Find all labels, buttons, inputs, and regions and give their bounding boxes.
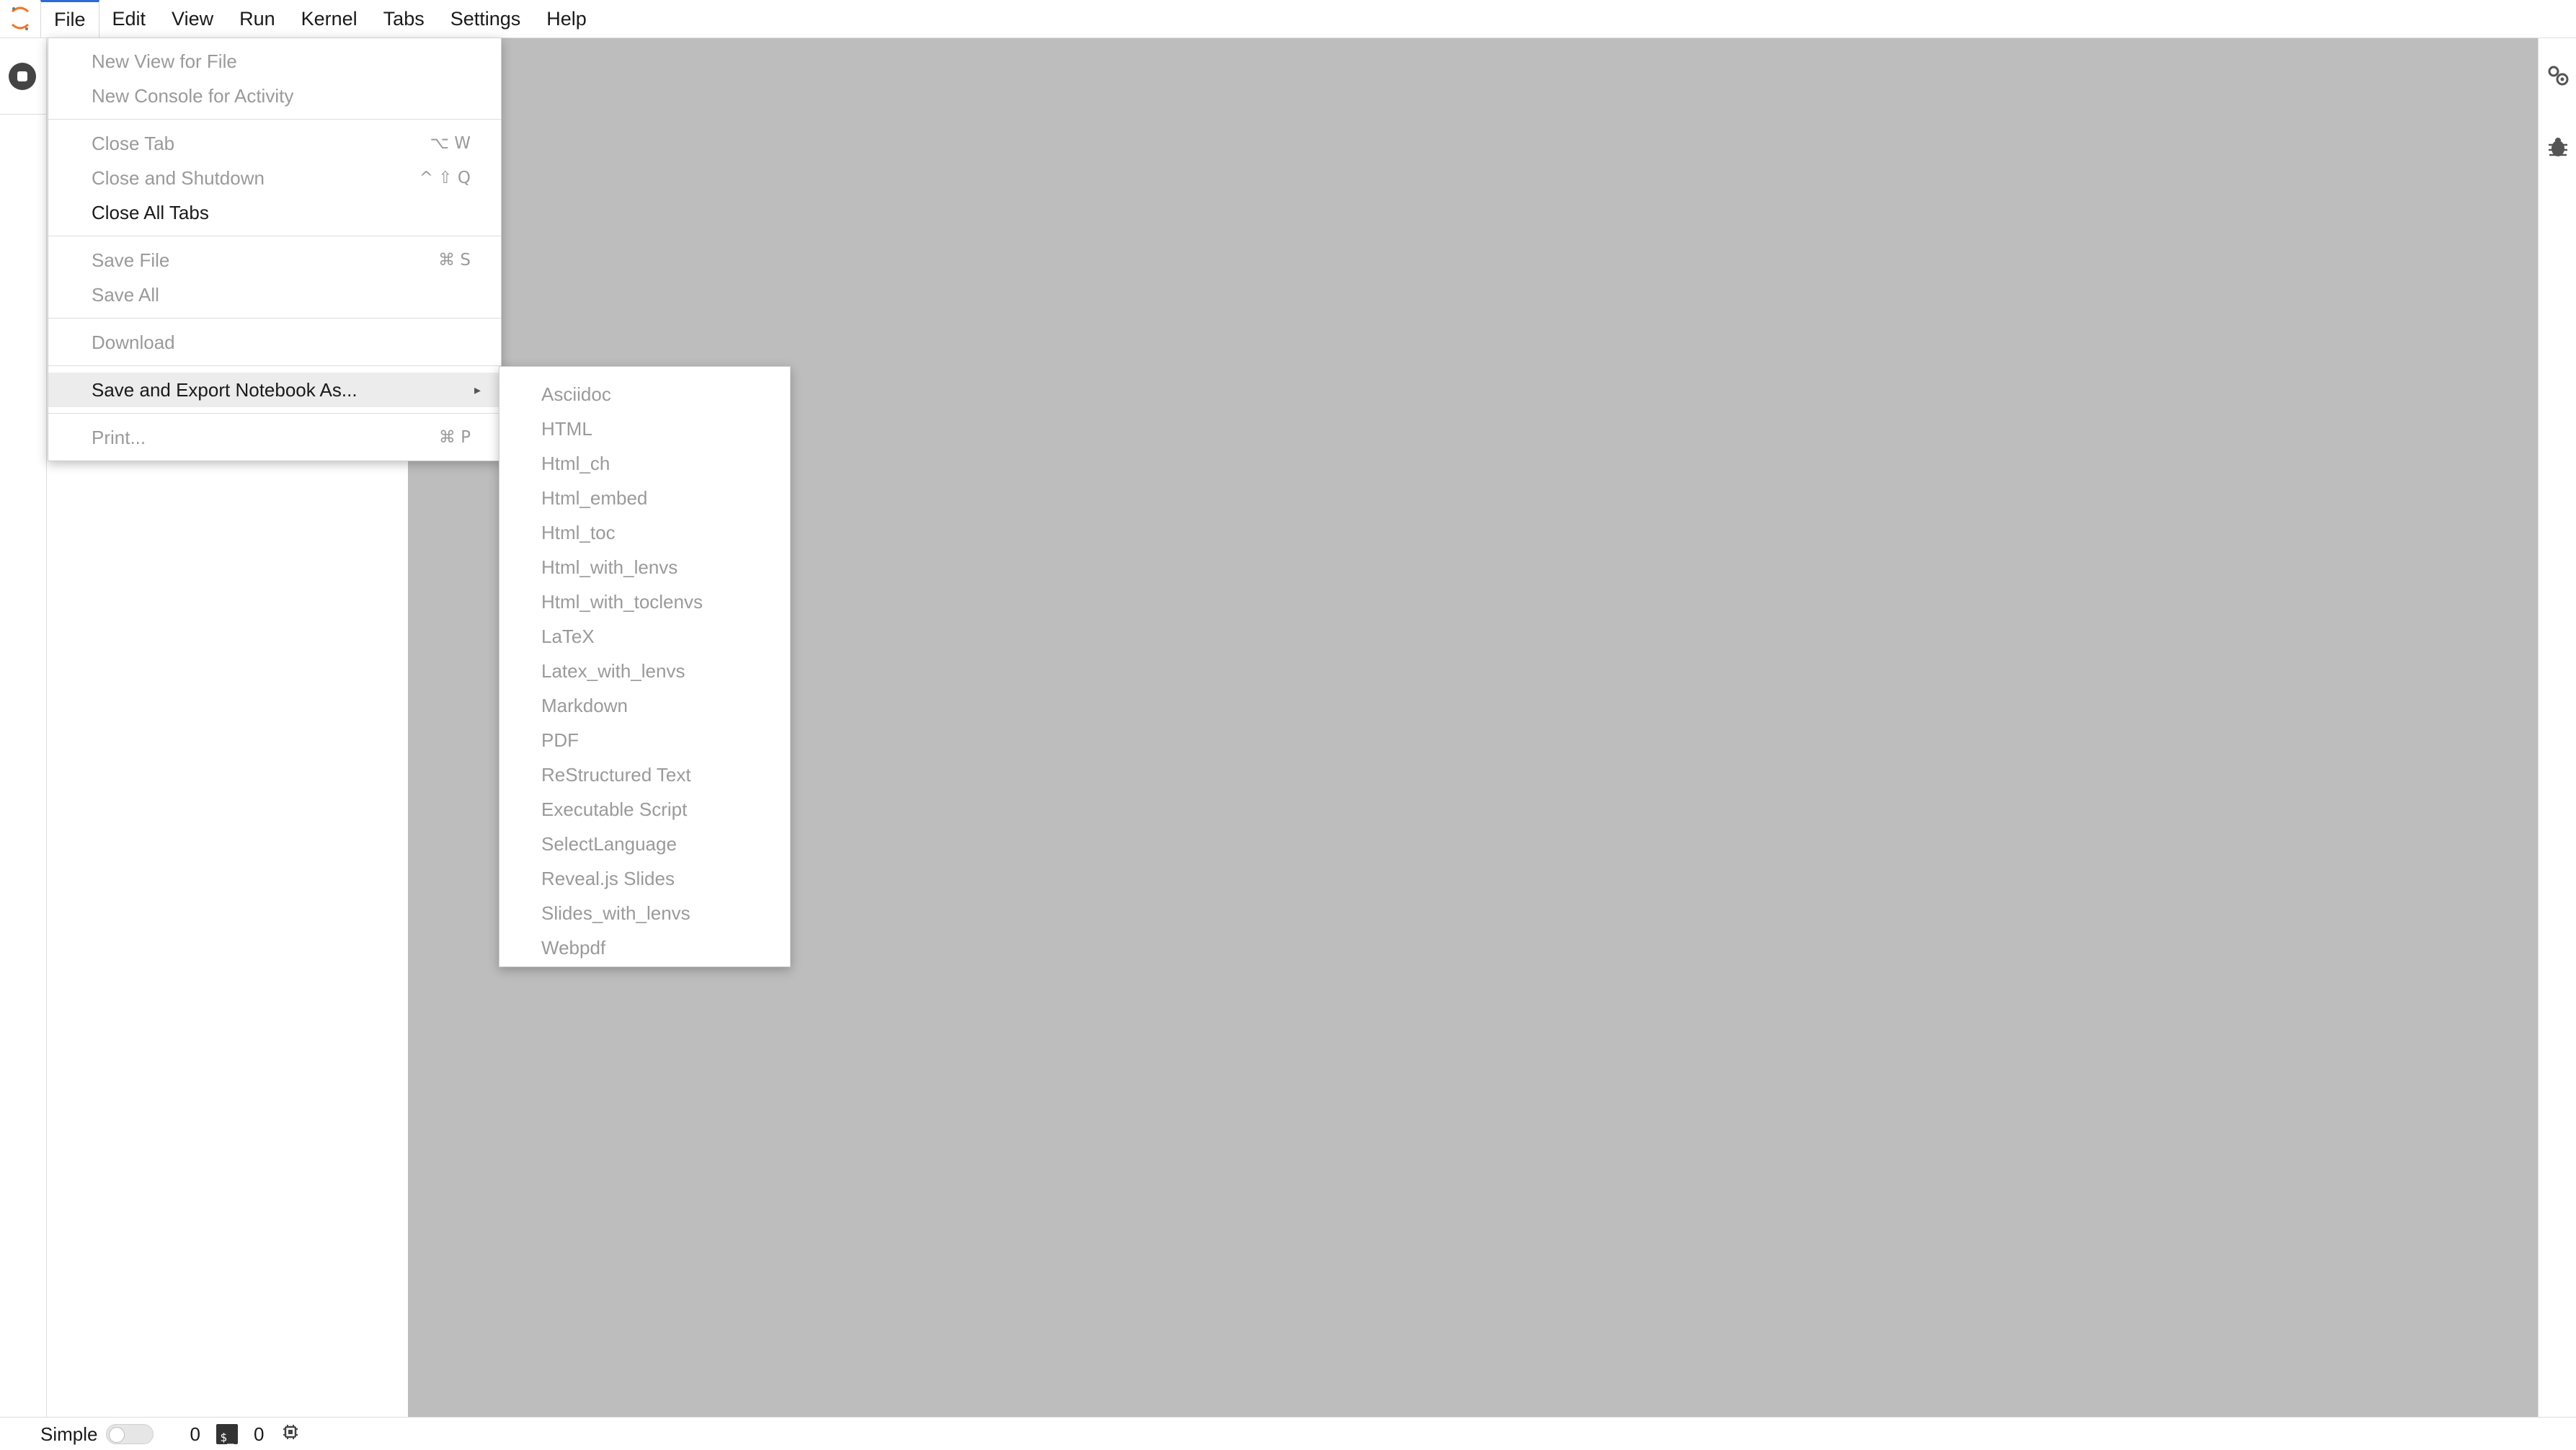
- menu-item-label: Slides_with_lenvs: [541, 902, 690, 924]
- menu-item-label: Executable Script: [541, 798, 688, 820]
- export-item-executable-script[interactable]: Executable Script: [499, 792, 790, 827]
- menu-item-label: Close and Shutdown: [92, 166, 265, 189]
- menu-item-label: Print...: [92, 426, 146, 448]
- menu-item-label: HTML: [541, 417, 592, 440]
- menu-item-label: ReStructured Text: [541, 763, 691, 786]
- menu-item-shortcut: ⌘ S: [438, 251, 471, 270]
- file-menu: New View for File New Console for Activi…: [48, 37, 502, 461]
- menu-item-label: New Console for Activity: [92, 84, 294, 107]
- menu-item-label: New View for File: [92, 50, 237, 72]
- export-item-latex-with-lenvs[interactable]: Latex_with_lenvs: [499, 654, 790, 688]
- export-item-html-ch[interactable]: Html_ch: [499, 446, 790, 481]
- jupyter-logo-icon[interactable]: [0, 0, 40, 37]
- menu-separator: [48, 413, 501, 414]
- menu-item-label: Html_with_lenvs: [541, 556, 678, 578]
- menu-item-save-export-notebook[interactable]: Save and Export Notebook As... ▸: [48, 373, 501, 407]
- menu-item-label: Save All: [92, 283, 159, 306]
- terminal-icon: $_: [216, 1424, 238, 1444]
- menu-item-label: Markdown: [541, 694, 628, 716]
- property-inspector-icon[interactable]: [2546, 63, 2570, 88]
- menu-item-label: Html_with_toclenvs: [541, 590, 703, 613]
- menu-tabs[interactable]: Tabs: [370, 0, 438, 37]
- menu-item-save-all[interactable]: Save All: [48, 277, 501, 312]
- menu-item-label: Save and Export Notebook As...: [92, 378, 357, 401]
- menu-item-label: Latex_with_lenvs: [541, 659, 685, 682]
- submenu-arrow-icon: ▸: [474, 382, 481, 397]
- menu-separator: [48, 365, 501, 366]
- menu-settings[interactable]: Settings: [438, 0, 534, 37]
- menu-item-label: Reveal.js Slides: [541, 867, 675, 889]
- export-item-markdown[interactable]: Markdown: [499, 688, 790, 723]
- menu-item-label: Webpdf: [541, 936, 606, 958]
- debugger-bug-icon[interactable]: [2546, 135, 2570, 159]
- menu-item-close-all-tabs[interactable]: Close All Tabs: [48, 195, 501, 230]
- menu-file[interactable]: File: [40, 0, 99, 37]
- simple-mode-toggle[interactable]: [106, 1424, 154, 1444]
- right-sidebar-tabs: [2538, 38, 2576, 1417]
- export-item-pdf[interactable]: PDF: [499, 723, 790, 757]
- menu-item-label: Close Tab: [92, 132, 175, 154]
- menu-item-download[interactable]: Download: [48, 325, 501, 360]
- menu-item-label: Download: [92, 331, 175, 353]
- left-sidebar-tabs: [0, 38, 47, 1417]
- menu-item-new-view[interactable]: New View for File: [48, 44, 501, 79]
- menu-item-label: Asciidoc: [541, 383, 611, 405]
- menu-bar: File Edit View Run Kernel Tabs Settings …: [0, 0, 2576, 38]
- menu-item-close-shutdown[interactable]: Close and Shutdown ^ ⇧ Q: [48, 161, 501, 195]
- menu-item-shortcut: ⌘ P: [438, 428, 471, 447]
- menu-item-label: Html_toc: [541, 521, 616, 543]
- menu-item-label: Save File: [92, 249, 170, 271]
- terminals-count: 0: [253, 1423, 265, 1445]
- menu-separator: [48, 318, 501, 319]
- menu-item-label: Close All Tabs: [92, 201, 209, 223]
- export-item-latex[interactable]: LaTeX: [499, 619, 790, 654]
- menu-item-shortcut: ⌥ W: [430, 134, 471, 153]
- menu-edit[interactable]: Edit: [99, 0, 159, 37]
- export-item-html-with-toclenvs[interactable]: Html_with_toclenvs: [499, 584, 790, 619]
- menu-item-label: Html_embed: [541, 486, 648, 509]
- kernel-status-chip-icon[interactable]: [281, 1423, 300, 1446]
- menu-item-label: PDF: [541, 729, 579, 751]
- export-item-selectlanguage[interactable]: SelectLanguage: [499, 827, 790, 861]
- export-item-restructured-text[interactable]: ReStructured Text: [499, 757, 790, 792]
- status-bar: Simple 0 $_ 0: [0, 1417, 2576, 1450]
- running-sessions-icon[interactable]: [9, 62, 36, 90]
- export-item-revealjs-slides[interactable]: Reveal.js Slides: [499, 861, 790, 896]
- menu-kernel[interactable]: Kernel: [288, 0, 370, 37]
- export-item-asciidoc[interactable]: Asciidoc: [499, 377, 790, 412]
- left-sidebar-top: [0, 38, 46, 115]
- menu-help[interactable]: Help: [533, 0, 600, 37]
- menu-item-close-tab[interactable]: Close Tab ⌥ W: [48, 126, 501, 161]
- menu-view[interactable]: View: [159, 0, 226, 37]
- export-item-webpdf[interactable]: Webpdf: [499, 930, 790, 965]
- menu-separator: [48, 119, 501, 120]
- menu-item-print[interactable]: Print... ⌘ P: [48, 420, 501, 455]
- menu-item-save-file[interactable]: Save File ⌘ S: [48, 243, 501, 277]
- export-item-html[interactable]: HTML: [499, 412, 790, 446]
- simple-mode-label: Simple: [40, 1423, 98, 1445]
- export-item-html-toc[interactable]: Html_toc: [499, 515, 790, 550]
- menu-item-shortcut: ^ ⇧ Q: [419, 169, 471, 187]
- export-item-slides-with-lenvs[interactable]: Slides_with_lenvs: [499, 896, 790, 930]
- menu-item-label: SelectLanguage: [541, 832, 677, 855]
- menu-item-new-console[interactable]: New Console for Activity: [48, 79, 501, 113]
- menu-item-label: Html_ch: [541, 452, 610, 474]
- export-item-html-embed[interactable]: Html_embed: [499, 481, 790, 515]
- kernels-count: 0: [190, 1423, 200, 1445]
- export-submenu: Asciidoc HTML Html_ch Html_embed Html_to…: [499, 366, 791, 967]
- export-item-html-with-lenvs[interactable]: Html_with_lenvs: [499, 550, 790, 584]
- jupyterlab-window: File Edit View Run Kernel Tabs Settings …: [0, 0, 2576, 1450]
- menu-run[interactable]: Run: [226, 0, 288, 37]
- menu-item-label: LaTeX: [541, 625, 595, 647]
